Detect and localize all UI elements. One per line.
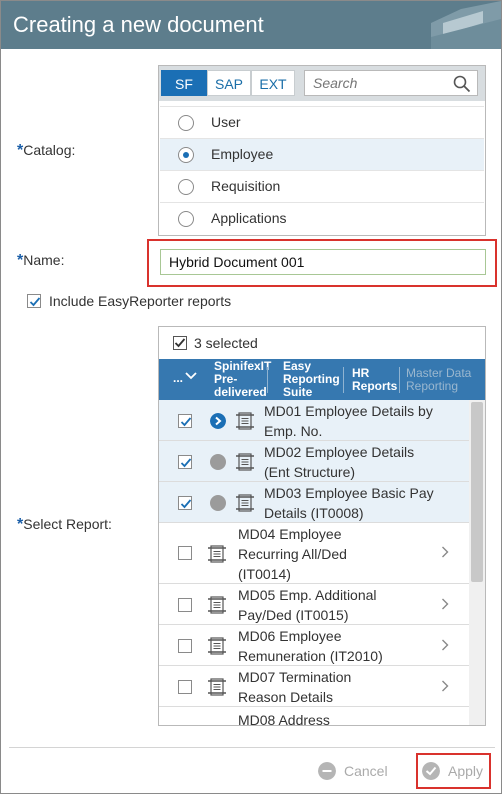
- report-name: MD02 Employee Details (Ent Structure): [264, 444, 415, 480]
- catalog-option-label: Requisition: [211, 178, 281, 194]
- status-grey-icon: [210, 495, 226, 511]
- report-doc-icon: [208, 678, 226, 696]
- tab-spinifexit-predelivered[interactable]: SpinifexIT Pre-delivered: [214, 359, 274, 400]
- search-icon[interactable]: [453, 75, 471, 93]
- catalog-search: [304, 70, 478, 96]
- catalog-option-label: Employee: [211, 146, 274, 162]
- report-row-md06[interactable]: MD06 Employee Remuneration (IT2010): [159, 625, 469, 666]
- radio-button-selected[interactable]: [178, 147, 194, 163]
- checkmark-icon: [29, 297, 41, 307]
- report-checkbox[interactable]: [178, 680, 192, 694]
- tab-divider: [399, 367, 400, 393]
- report-doc-icon: [236, 412, 254, 430]
- status-grey-icon: [210, 454, 226, 470]
- report-row-md02[interactable]: MD02 Employee Details (Ent Structure): [159, 441, 469, 482]
- create-document-dialog: Creating a new document *Catalog: SF SAP…: [0, 0, 502, 794]
- name-input[interactable]: [160, 249, 486, 275]
- radio-button[interactable]: [178, 115, 194, 131]
- report-list-scrollbar[interactable]: [469, 400, 485, 725]
- report-row-md05[interactable]: MD05 Emp. Additional Pay/Ded (IT0015): [159, 584, 469, 625]
- tab-hr-reports[interactable]: HR Reports: [352, 359, 400, 400]
- tab-easy-reporting-suite[interactable]: Easy Reporting Suite: [283, 359, 343, 400]
- report-name: MD01 Employee Details by Emp. No.: [264, 403, 433, 439]
- select-all-checkbox[interactable]: [173, 336, 187, 350]
- report-checkbox[interactable]: [178, 639, 192, 653]
- scrollbar-thumb[interactable]: [471, 402, 483, 582]
- cancel-button[interactable]: Cancel: [318, 756, 388, 786]
- apply-label: Apply: [448, 763, 484, 779]
- catalog-option-user[interactable]: User: [160, 106, 484, 138]
- report-checkbox[interactable]: [178, 546, 192, 560]
- selected-count: 3 selected: [194, 335, 258, 351]
- report-name: MD08 Address: [238, 712, 330, 726]
- catalog-option-requisition[interactable]: Requisition: [160, 170, 484, 202]
- report-doc-icon: [236, 494, 254, 512]
- chevron-right-icon[interactable]: [441, 680, 449, 692]
- report-category-tabs: ... SpinifexIT Pre-delivered Easy Report…: [159, 359, 485, 400]
- footer-divider: [9, 747, 495, 748]
- report-list: MD01 Employee Details by Emp. No. MD02 Em…: [159, 400, 485, 726]
- tab-sap[interactable]: SAP: [207, 70, 251, 96]
- include-easyreporter-label: Include EasyReporter reports: [49, 293, 232, 309]
- report-checkbox[interactable]: [178, 496, 192, 510]
- report-doc-icon: [208, 637, 226, 655]
- dialog-title: Creating a new document: [13, 12, 264, 37]
- select-report-label: *Select Report:: [17, 516, 112, 533]
- building-decoration-icon: [431, 1, 501, 49]
- apply-button[interactable]: Apply: [422, 756, 483, 786]
- report-row-md01[interactable]: MD01 Employee Details by Emp. No.: [159, 400, 469, 441]
- report-row-md08[interactable]: MD08 Address: [159, 707, 469, 726]
- catalog-search-input[interactable]: [305, 71, 445, 95]
- catalog-option-label: Applications: [211, 210, 287, 226]
- report-checkbox[interactable]: [178, 414, 192, 428]
- report-name: MD05 Emp. Additional Pay/Ded (IT0015): [238, 587, 377, 623]
- catalog-label: *Catalog:: [17, 142, 76, 159]
- report-row-md04[interactable]: MD04 Employee Recurring All/Ded (IT0014): [159, 523, 469, 584]
- report-checkbox[interactable]: [178, 598, 192, 612]
- chevron-right-icon[interactable]: [441, 546, 449, 558]
- report-doc-icon: [208, 545, 226, 563]
- tab-ext[interactable]: EXT: [251, 70, 295, 96]
- cancel-icon: [318, 762, 336, 780]
- report-selector: 3 selected ... SpinifexIT Pre-delivered …: [158, 326, 486, 726]
- report-name: MD03 Employee Basic Pay Details (IT0008): [264, 485, 434, 521]
- include-easyreporter-checkbox[interactable]: [27, 294, 41, 308]
- report-name: MD07 Termination Reason Details: [238, 669, 352, 705]
- catalog-option-label: User: [211, 114, 241, 130]
- report-row-md07[interactable]: MD07 Termination Reason Details: [159, 666, 469, 707]
- tab-divider: [267, 367, 268, 393]
- chevron-right-icon[interactable]: [441, 598, 449, 610]
- checkmark-icon: [173, 336, 187, 350]
- radio-button[interactable]: [178, 211, 194, 227]
- catalog-option-employee[interactable]: Employee: [160, 138, 484, 170]
- catalog-selector: SF SAP EXT User Employee Requisition: [158, 65, 486, 236]
- report-doc-icon: [208, 596, 226, 614]
- tab-divider: [343, 367, 344, 393]
- catalog-tabs: SF SAP EXT: [159, 66, 485, 101]
- chevron-right-icon[interactable]: [441, 639, 449, 651]
- report-name: MD06 Employee Remuneration (IT2010): [238, 628, 383, 664]
- cancel-label: Cancel: [344, 763, 388, 779]
- report-checkbox[interactable]: [178, 455, 192, 469]
- name-label: *Name:: [17, 252, 65, 269]
- more-tabs[interactable]: ...: [173, 371, 183, 385]
- report-name: MD04 Employee Recurring All/Ded (IT0014): [238, 526, 347, 582]
- report-doc-icon: [236, 453, 254, 471]
- selected-count-row: 3 selected: [159, 327, 485, 359]
- report-row-md03[interactable]: MD03 Employee Basic Pay Details (IT0008): [159, 482, 469, 523]
- tab-sf[interactable]: SF: [161, 70, 207, 96]
- dialog-header: Creating a new document: [1, 1, 501, 49]
- catalog-option-applications[interactable]: Applications: [160, 202, 484, 234]
- status-active-icon: [210, 413, 226, 429]
- name-field-highlight: [147, 239, 497, 287]
- radio-button[interactable]: [178, 179, 194, 195]
- checkmark-circle-icon: [422, 762, 440, 780]
- tab-master-data-reporting[interactable]: Master Data Reporting: [406, 359, 480, 400]
- chevron-down-icon[interactable]: [185, 371, 197, 381]
